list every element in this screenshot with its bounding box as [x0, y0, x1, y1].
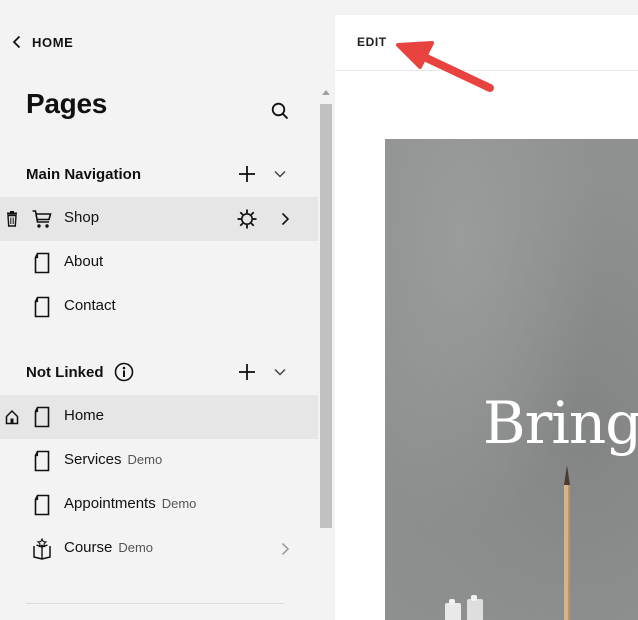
cart-icon	[32, 210, 52, 228]
hero-image: Bringi	[385, 139, 638, 620]
site-preview: EDIT Bringi	[335, 15, 638, 620]
page-icon	[34, 296, 50, 318]
page-row-title: Appointments	[64, 495, 156, 512]
section-not-linked: Not Linked	[26, 361, 134, 383]
page-row-label: Appointments Demo	[64, 495, 196, 512]
add-page-not-linked-plus-icon[interactable]	[237, 362, 257, 382]
blocks-graphic	[445, 595, 483, 620]
page-row-about[interactable]: About	[0, 241, 318, 285]
pages-sidebar: HOME Pages Main Navigation Shop About Co…	[0, 0, 318, 620]
chevron-left-icon	[12, 35, 21, 49]
page-row-label: Course Demo	[64, 539, 153, 556]
page-icon	[34, 406, 50, 428]
section-main-navigation: Main Navigation	[26, 163, 141, 185]
demo-badge: Demo	[118, 540, 154, 555]
page-row-label: About	[64, 253, 104, 270]
page-row-title: Course	[64, 539, 113, 556]
section-main-navigation-label: Main Navigation	[26, 165, 142, 183]
page-row-course[interactable]: Course Demo	[0, 527, 318, 571]
page-row-label: Shop	[64, 209, 100, 226]
chevron-right-icon[interactable]	[277, 541, 293, 557]
page-row-shop[interactable]: Shop	[0, 197, 318, 241]
page-title: Pages	[26, 88, 107, 119]
demo-badge: Demo	[161, 496, 197, 511]
collapse-main-navigation-chevron-down-icon[interactable]	[272, 166, 288, 182]
page-row-label: Services Demo	[64, 451, 162, 468]
page-icon	[34, 494, 50, 516]
pencil-graphic	[564, 465, 570, 620]
collapse-not-linked-chevron-down-icon[interactable]	[272, 364, 288, 380]
scroll-up-arrow[interactable]	[322, 90, 330, 95]
demo-badge: Demo	[127, 452, 163, 467]
section-not-linked-label: Not Linked	[26, 363, 104, 381]
hero-heading: Bringi	[483, 389, 638, 457]
page-row-label: Contact	[64, 297, 116, 314]
back-home-link[interactable]: HOME	[9, 34, 73, 50]
page-row-label: Home	[64, 407, 105, 424]
page-row-home[interactable]: Home	[0, 395, 318, 439]
sidebar-scrollbar[interactable]	[318, 88, 334, 620]
page-row-services[interactable]: Services Demo	[0, 439, 318, 483]
page-row-appointments[interactable]: Appointments Demo	[0, 483, 318, 527]
red-arrow-callout	[396, 41, 494, 92]
chevron-right-icon[interactable]	[277, 211, 293, 227]
home-icon	[5, 409, 19, 425]
edit-button[interactable]: EDIT	[357, 35, 387, 49]
scrollbar-thumb[interactable]	[320, 104, 332, 528]
gear-icon[interactable]	[236, 208, 258, 230]
page-row-title: Services	[64, 451, 122, 468]
open-book-icon	[33, 538, 51, 560]
page-icon	[34, 252, 50, 274]
page-row-contact[interactable]: Contact	[0, 285, 318, 329]
section-divider	[26, 603, 284, 604]
search-icon[interactable]	[270, 101, 290, 121]
info-icon[interactable]	[114, 362, 134, 382]
trash-icon[interactable]	[5, 211, 19, 227]
page-icon	[34, 450, 50, 472]
back-home-label: HOME	[32, 34, 74, 50]
add-page-main-navigation-plus-icon[interactable]	[237, 164, 257, 184]
